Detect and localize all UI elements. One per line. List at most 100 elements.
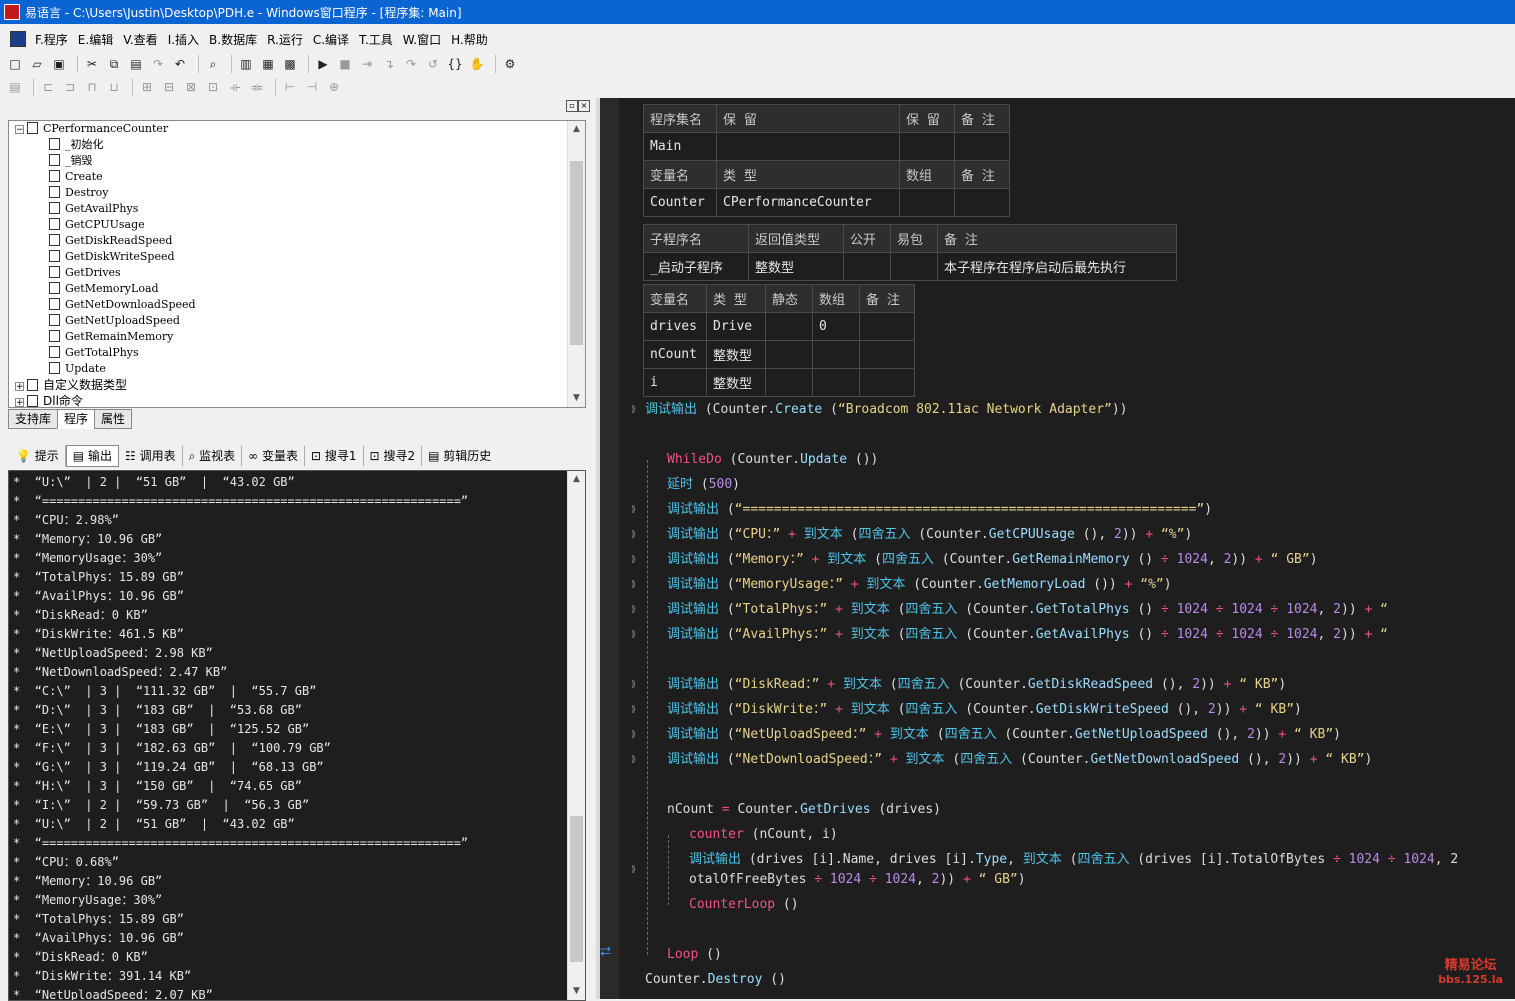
restore-icon[interactable]: ▫ (566, 100, 578, 112)
code-line[interactable]: 调试输出 (“DiskWrite：” + 到文本 (四舍五入 (Counter.… (667, 700, 1302, 720)
stop-icon[interactable]: ■ (336, 55, 354, 73)
code-line[interactable]: 调试输出 (Counter.Create (“Broadcom 802.11ac… (645, 400, 1128, 420)
align-8-icon[interactable]: ⊠ (182, 78, 200, 96)
tree-item[interactable]: Destroy (9, 185, 585, 201)
tree-item[interactable]: GetNetDownloadSpeed (9, 297, 585, 313)
menu-view[interactable]: V.查看 (118, 31, 162, 48)
code-line[interactable]: nCount = Counter.GetDrives (drives) (667, 800, 941, 820)
tab-clipboard-history[interactable]: ▤ 剪辑历史 (422, 446, 497, 466)
menu-program[interactable]: F.程序 (30, 31, 73, 48)
undo-icon[interactable]: ↶ (171, 55, 189, 73)
step-2-icon[interactable]: ↴ (380, 55, 398, 73)
code-line[interactable]: otalOfFreeBytes ÷ 1024 ÷ 1024, 2)) + “ G… (689, 870, 1026, 890)
output-scrollbar[interactable]: ▲ ▼ (567, 471, 585, 1000)
tree-item[interactable]: GetDrives (9, 265, 585, 281)
collapse-icon[interactable]: − (15, 125, 24, 135)
code-line[interactable]: 调试输出 (“NetDownloadSpeed：” + 到文本 (四舍五入 (C… (667, 750, 1372, 770)
fold-marker-icon[interactable]: ⟫ (631, 555, 636, 565)
code-line[interactable]: 调试输出 (“TotalPhys：” + 到文本 (四舍五入 (Counter.… (667, 600, 1388, 620)
align-6-icon[interactable]: ⊞ (138, 78, 156, 96)
align-14-icon[interactable]: ⊕ (325, 78, 343, 96)
fold-marker-icon[interactable]: ⟫ (631, 730, 636, 740)
layout-1-icon[interactable]: ▥ (237, 55, 255, 73)
code-line[interactable]: 调试输出 (drives [i].Name, drives [i].Type, … (689, 850, 1458, 870)
code-line[interactable]: 调试输出 (“AvailPhys：” + 到文本 (四舍五入 (Counter.… (667, 625, 1388, 645)
menu-help[interactable]: H.帮助 (446, 31, 493, 48)
tree-item[interactable]: GetDiskWriteSpeed (9, 249, 585, 265)
menu-run[interactable]: R.运行 (262, 31, 308, 48)
scroll-down-icon[interactable]: ▼ (568, 983, 585, 1000)
fold-marker-icon[interactable]: ⟫ (631, 530, 636, 540)
tree-scrollbar[interactable]: ▲ ▼ (567, 121, 585, 407)
fold-marker-icon[interactable]: ⟫ (631, 505, 636, 515)
tree-item[interactable]: GetCPUUsage (9, 217, 585, 233)
redo-icon[interactable]: ↷ (149, 55, 167, 73)
align-2-icon[interactable]: ⊏ (39, 78, 57, 96)
scroll-up-icon[interactable]: ▲ (568, 471, 585, 488)
code-line[interactable]: 调试输出 (“NetUploadSpeed：” + 到文本 (四舍五入 (Cou… (667, 725, 1341, 745)
tree-item[interactable]: GetTotalPhys (9, 345, 585, 361)
fold-marker-icon[interactable]: ⟫ (631, 630, 636, 640)
code-line[interactable]: CounterLoop () (689, 895, 799, 915)
step-3-icon[interactable]: ↷ (402, 55, 420, 73)
tab-properties[interactable]: 属性 (94, 409, 133, 429)
tree-item[interactable]: _初始化 (9, 137, 585, 153)
sub-name[interactable]: _启动子程序 (643, 252, 749, 281)
fold-marker-icon[interactable]: ⟫ (631, 605, 636, 615)
tree-item[interactable]: GetMemoryLoad (9, 281, 585, 297)
code-line[interactable]: 调试输出 (“MemoryUsage：” + 到文本 (Counter.GetM… (667, 575, 1172, 595)
align-3-icon[interactable]: ⊐ (61, 78, 79, 96)
scroll-up-icon[interactable]: ▲ (568, 121, 585, 138)
expand-icon[interactable]: + (15, 382, 24, 392)
menu-database[interactable]: B.数据库 (204, 31, 262, 48)
tree-root[interactable]: − CPerformanceCounter (9, 121, 585, 137)
align-13-icon[interactable]: ⊣ (303, 78, 321, 96)
align-1-icon[interactable]: ▤ (6, 78, 24, 96)
expand-icon[interactable]: + (15, 398, 24, 407)
copy-icon[interactable]: ⧉ (105, 55, 123, 73)
open-folder-icon[interactable]: ▱ (28, 55, 46, 73)
tree-custom-types[interactable]: + 自定义数据类型 (9, 377, 585, 393)
module-name[interactable]: Main (643, 132, 717, 161)
code-line[interactable]: 调试输出 (“Memory：” + 到文本 (四舍五入 (Counter.Get… (667, 550, 1318, 570)
tab-support-library[interactable]: 支持库 (8, 409, 59, 429)
align-10-icon[interactable]: ⟛ (226, 78, 244, 96)
code-editor[interactable]: 程序集名保 留保 留备 注 Main 变量名类 型数组备 注 Counter CP… (600, 98, 1515, 999)
tree-item[interactable]: GetAvailPhys (9, 201, 585, 217)
tree-item[interactable]: Update (9, 361, 585, 377)
tree-item[interactable]: GetDiskReadSpeed (9, 233, 585, 249)
tree-dll-commands[interactable]: + Dll命令 (9, 393, 585, 407)
layout-3-icon[interactable]: ▩ (281, 55, 299, 73)
align-4-icon[interactable]: ⊓ (83, 78, 101, 96)
ide-logo-icon[interactable] (10, 31, 26, 47)
tree-item[interactable]: GetRemainMemory (9, 329, 585, 345)
fold-marker-icon[interactable]: ⟫ (631, 865, 636, 875)
tab-variables[interactable]: ∞ 变量表 (242, 446, 306, 466)
tab-call-stack[interactable]: ☷ 调用表 (119, 446, 183, 466)
menu-compile[interactable]: C.编译 (308, 31, 354, 48)
menu-window[interactable]: W.窗口 (398, 31, 446, 48)
run-icon[interactable]: ▶ (314, 55, 332, 73)
step-1-icon[interactable]: ⇥ (358, 55, 376, 73)
brace-icon[interactable]: {} (446, 55, 464, 73)
find-icon[interactable]: ⌕ (204, 55, 222, 73)
hand-icon[interactable]: ✋ (468, 55, 486, 73)
paste-icon[interactable]: ▤ (127, 55, 145, 73)
tab-hints[interactable]: 💡 提示 (10, 446, 66, 466)
code-line[interactable]: 调试输出 (“=================================… (667, 500, 1212, 520)
fold-marker-icon[interactable]: ⟫ (631, 705, 636, 715)
close-icon[interactable]: × (578, 100, 590, 112)
tab-search1[interactable]: ⊡ 搜寻1 (305, 446, 364, 466)
scroll-down-icon[interactable]: ▼ (568, 390, 585, 407)
tab-watch[interactable]: ⌕ 监视表 (183, 446, 243, 466)
tree-item[interactable]: Create (9, 169, 585, 185)
layout-2-icon[interactable]: ▦ (259, 55, 277, 73)
var-name[interactable]: Counter (643, 188, 717, 217)
tab-search2[interactable]: ⊡ 搜寻2 (364, 446, 423, 466)
code-line[interactable]: 调试输出 (“DiskRead：” + 到文本 (四舍五入 (Counter.G… (667, 675, 1286, 695)
align-7-icon[interactable]: ⊟ (160, 78, 178, 96)
code-line[interactable]: Counter.Destroy () (645, 970, 786, 990)
code-line[interactable]: 调试输出 (“CPU：” + 到文本 (四舍五入 (Counter.GetCPU… (667, 525, 1192, 545)
tab-output[interactable]: ▤ 输出 (65, 445, 119, 467)
code-line[interactable]: WhileDo (Counter.Update ()) (667, 450, 878, 470)
